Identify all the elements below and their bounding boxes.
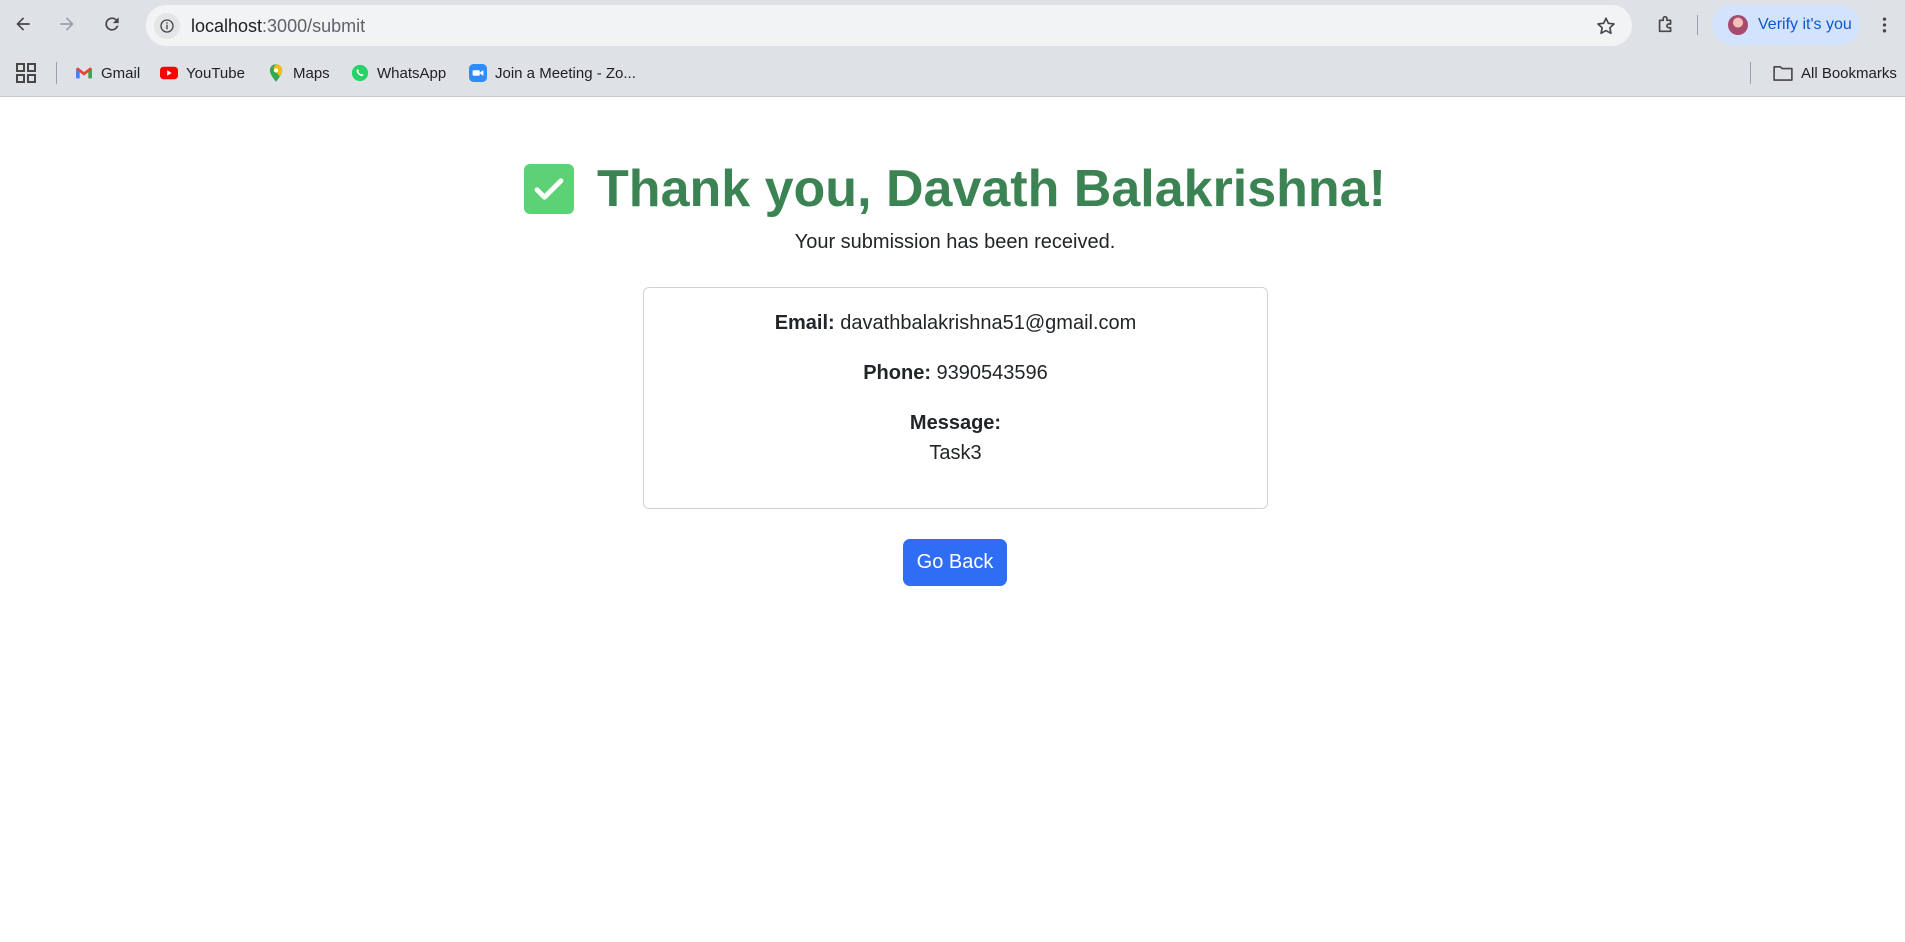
youtube-icon bbox=[160, 64, 178, 82]
email-value: davathbalakrishna51@gmail.com bbox=[840, 312, 1137, 334]
message-label: Message: bbox=[909, 412, 1002, 434]
confirmation-heading: Thank you, Davath Balakrishna! bbox=[0, 159, 1905, 219]
extensions-button[interactable] bbox=[1651, 9, 1681, 39]
back-arrow-icon bbox=[16, 17, 30, 31]
phone-value: 9390543596 bbox=[936, 362, 1048, 384]
maps-icon bbox=[267, 64, 285, 82]
phone-label: Phone: bbox=[863, 362, 931, 384]
bookmark-maps[interactable]: Maps bbox=[267, 61, 330, 85]
whatsapp-icon bbox=[351, 64, 369, 82]
page-subtitle: Your submission has been received. bbox=[794, 231, 1116, 253]
browser-toolbar: localhost:3000/submit Verify it's you bbox=[0, 0, 1905, 49]
bookmark-zoom[interactable]: Join a Meeting - Zo... bbox=[469, 61, 636, 85]
bookmark-label: Maps bbox=[293, 64, 330, 82]
address-bar[interactable]: localhost:3000/submit bbox=[146, 5, 1632, 46]
url-path: :3000/submit bbox=[262, 16, 366, 36]
url-text[interactable]: localhost:3000/submit bbox=[191, 16, 365, 37]
profile-button[interactable]: Verify it's you bbox=[1712, 5, 1860, 45]
zoom-icon bbox=[469, 64, 487, 82]
all-bookmarks-label: All Bookmarks bbox=[1801, 64, 1897, 82]
bookmark-label: Join a Meeting - Zo... bbox=[495, 64, 636, 82]
toolbar-divider bbox=[1697, 15, 1698, 35]
bookmarks-bar: Gmail YouTube Maps WhatsApp Join a Meeti… bbox=[0, 49, 1905, 97]
check-mark-icon bbox=[524, 164, 575, 214]
reload-icon bbox=[105, 17, 119, 31]
star-icon bbox=[1597, 17, 1615, 35]
url-host: localhost bbox=[191, 16, 263, 36]
bookmarks-divider bbox=[56, 62, 57, 84]
message-label-row: Message: bbox=[644, 412, 1267, 435]
bookmark-label: WhatsApp bbox=[377, 64, 447, 82]
apps-button[interactable] bbox=[15, 62, 37, 84]
go-back-button[interactable]: Go Back bbox=[903, 539, 1007, 586]
avatar bbox=[1728, 15, 1748, 35]
bookmark-whatsapp[interactable]: WhatsApp bbox=[351, 61, 446, 85]
all-bookmarks-button[interactable]: All Bookmarks bbox=[1773, 61, 1897, 85]
bookmark-star-button[interactable] bbox=[1594, 14, 1618, 38]
browser-menu-button[interactable] bbox=[1874, 12, 1894, 38]
bookmark-youtube[interactable]: YouTube bbox=[160, 61, 245, 85]
back-button[interactable] bbox=[7, 8, 39, 40]
bookmark-label: Gmail bbox=[101, 64, 141, 82]
apps-grid-icon bbox=[16, 63, 36, 83]
extensions-icon bbox=[1658, 15, 1672, 33]
reload-button[interactable] bbox=[96, 8, 128, 40]
email-label: Email: bbox=[774, 312, 835, 334]
bookmark-label: YouTube bbox=[186, 64, 245, 82]
forward-arrow-icon bbox=[60, 17, 74, 31]
folder-icon bbox=[1773, 64, 1793, 82]
site-info-icon bbox=[160, 19, 174, 33]
bookmarks-divider-right bbox=[1750, 62, 1751, 84]
message-value: Task3 bbox=[929, 442, 982, 464]
page-title: Thank you, Davath Balakrishna! bbox=[597, 160, 1386, 218]
site-info-button[interactable] bbox=[154, 13, 180, 39]
profile-label: Verify it's you bbox=[1758, 16, 1852, 33]
message-value-row: Task3 bbox=[644, 442, 1267, 465]
page-content: Thank you, Davath Balakrishna! Your subm… bbox=[0, 97, 1905, 942]
phone-row: Phone: 9390543596 bbox=[644, 362, 1267, 385]
bookmark-gmail[interactable]: Gmail bbox=[75, 61, 140, 85]
kebab-menu-icon bbox=[1882, 17, 1886, 33]
submission-details-card: Email: davathbalakrishna51@gmail.com Pho… bbox=[643, 287, 1268, 509]
email-row: Email: davathbalakrishna51@gmail.com bbox=[644, 312, 1267, 335]
forward-button[interactable] bbox=[51, 8, 83, 40]
gmail-icon bbox=[75, 64, 93, 82]
